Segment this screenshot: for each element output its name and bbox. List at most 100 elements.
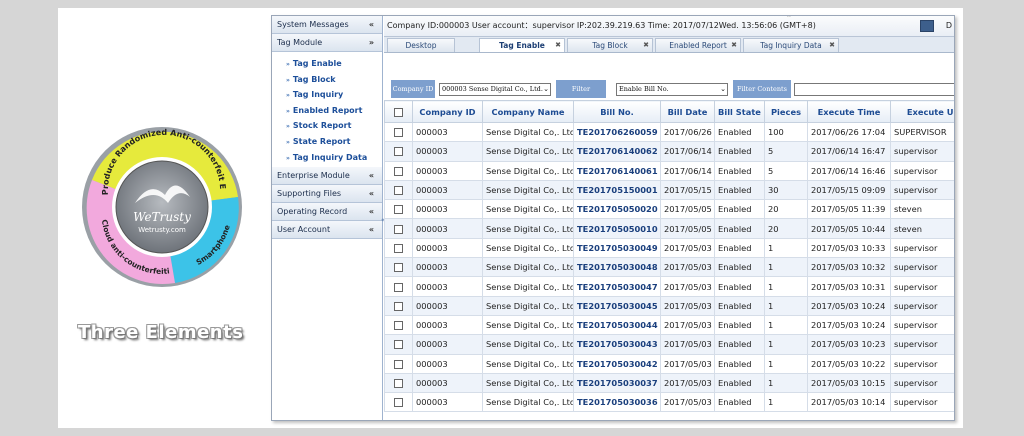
bill-no-cell[interactable]: TE201705030037 <box>573 372 661 394</box>
row-checkbox[interactable] <box>384 392 413 413</box>
bill-state-cell: Enabled <box>714 237 765 259</box>
sidebar-item-tag-enable[interactable]: » Tag Enable <box>272 56 382 72</box>
row-checkbox[interactable] <box>384 334 413 355</box>
select-all-checkbox[interactable] <box>384 100 413 123</box>
bill-no-cell[interactable]: TE201705030044 <box>573 314 661 336</box>
sidebar-section-enterprise-module[interactable]: Enterprise Module « <box>272 167 382 186</box>
company-name-cell: Sense Digital Co,. Ltd. <box>482 237 574 259</box>
column-header[interactable]: Pieces <box>764 100 808 123</box>
sidebar-section-operating-record[interactable]: Operating Record « <box>272 203 382 222</box>
bill-no-cell[interactable]: TE201706140062 <box>573 141 661 162</box>
table-row[interactable]: 000003 Sense Digital Co,. Ltd. TE201705030… <box>384 237 954 259</box>
row-checkbox[interactable] <box>384 314 413 336</box>
bill-date-cell: 2017/05/03 <box>660 237 715 259</box>
sidebar-item-state-report[interactable]: » State Report <box>272 134 382 150</box>
filter-contents-input[interactable] <box>794 83 954 96</box>
table-row[interactable]: 000003 Sense Digital Co,. Ltd. TE201706140… <box>384 141 954 162</box>
sidebar-section-supporting-files[interactable]: Supporting Files « <box>272 185 382 204</box>
table-row[interactable]: 000003 Sense Digital Co,. Ltd. TE201705050… <box>384 218 954 239</box>
row-checkbox[interactable] <box>384 179 413 201</box>
tab-desktop[interactable]: Desktop <box>387 38 455 52</box>
table-row[interactable]: 000003 Sense Digital Co,. Ltd. TE201705030… <box>384 392 954 413</box>
row-checkbox[interactable] <box>384 295 413 316</box>
bill-no-cell[interactable]: TE201705030047 <box>573 276 661 297</box>
collapse-icon[interactable]: « <box>369 185 374 202</box>
table-row[interactable]: 000003 Sense Digital Co,. Ltd. TE201705050… <box>384 199 954 220</box>
sidebar-section-tag-module[interactable]: Tag Module » <box>272 34 382 52</box>
row-checkbox[interactable] <box>384 141 413 162</box>
sidebar-item-stock-report[interactable]: » Stock Report <box>272 118 382 134</box>
monitor-icon[interactable] <box>920 20 934 32</box>
execute-user-cell: supervisor <box>890 160 954 181</box>
bill-no-cell[interactable]: TE201705050010 <box>573 218 661 239</box>
collapse-icon[interactable]: « <box>369 203 374 220</box>
sidebar-item-enabled-report[interactable]: » Enabled Report <box>272 103 382 119</box>
sidebar-item-tag-inquiry-data[interactable]: » Tag Inquiry Data <box>272 150 382 166</box>
column-header[interactable]: Bill No. <box>573 100 661 123</box>
bill-no-cell[interactable]: TE201705030048 <box>573 257 661 278</box>
bill-no-cell[interactable]: TE201706140061 <box>573 160 661 181</box>
execute-time-cell: 2017/05/15 09:09 <box>807 179 891 201</box>
collapse-icon[interactable]: « <box>369 221 374 238</box>
close-icon[interactable]: ✖ <box>643 39 649 52</box>
bill-no-cell[interactable]: TE201705030043 <box>573 334 661 355</box>
table-row[interactable]: 000003 Sense Digital Co,. Ltd. TE201705030… <box>384 276 954 297</box>
bill-no-cell[interactable]: TE201705030049 <box>573 237 661 259</box>
table-row[interactable]: 000003 Sense Digital Co,. Ltd. TE201705030… <box>384 295 954 316</box>
row-checkbox[interactable] <box>384 372 413 394</box>
row-checkbox[interactable] <box>384 160 413 181</box>
table-row[interactable]: 000003 Sense Digital Co,. Ltd. TE201705150… <box>384 179 954 201</box>
row-checkbox[interactable] <box>384 257 413 278</box>
table-row[interactable]: 000003 Sense Digital Co,. Ltd. TE201705030… <box>384 353 954 374</box>
tab-tag-inquiry-data[interactable]: Tag Inquiry Data ✖ <box>743 38 839 52</box>
row-checkbox[interactable] <box>384 276 413 297</box>
column-header[interactable]: Execute User <box>890 100 954 123</box>
bill-no-cell[interactable]: TE201705030045 <box>573 295 661 316</box>
sidebar-item-tag-inquiry[interactable]: » Tag Inquiry <box>272 87 382 103</box>
column-header[interactable]: Bill State <box>714 100 765 123</box>
close-icon[interactable]: ✖ <box>731 39 737 52</box>
collapse-icon[interactable]: « <box>369 167 374 184</box>
bill-no-cell[interactable]: TE201705050020 <box>573 199 661 220</box>
table-row[interactable]: 000003 Sense Digital Co,. Ltd. TE201705030… <box>384 334 954 355</box>
row-checkbox[interactable] <box>384 353 413 374</box>
row-checkbox[interactable] <box>384 218 413 239</box>
bill-date-cell: 2017/05/05 <box>660 218 715 239</box>
collapse-icon[interactable]: « <box>369 16 374 33</box>
sidebar-section-system-messages[interactable]: System Messages « <box>272 16 382 34</box>
bill-no-cell[interactable]: TE201705150001 <box>573 179 661 201</box>
row-checkbox[interactable] <box>384 121 413 143</box>
table-row[interactable]: 000003 Sense Digital Co,. Ltd. TE201706140… <box>384 160 954 181</box>
sidebar-item-tag-block[interactable]: » Tag Block <box>272 72 382 88</box>
pieces-cell: 1 <box>764 257 808 278</box>
bill-state-cell: Enabled <box>714 179 765 201</box>
bill-state-cell: Enabled <box>714 141 765 162</box>
table-row[interactable]: 000003 Sense Digital Co,. Ltd. TE201705030… <box>384 257 954 278</box>
table-row[interactable]: 000003 Sense Digital Co,. Ltd. TE201705030… <box>384 372 954 394</box>
column-header[interactable]: Company Name <box>482 100 574 123</box>
pieces-cell: 100 <box>764 121 808 143</box>
bill-no-cell[interactable]: TE201705030042 <box>573 353 661 374</box>
pieces-cell: 20 <box>764 218 808 239</box>
bill-no-cell[interactable]: TE201706260059 <box>573 121 661 143</box>
execute-user-cell: supervisor <box>890 372 954 394</box>
table-row[interactable]: 000003 Sense Digital Co,. Ltd. TE201705030… <box>384 314 954 336</box>
column-header[interactable]: Execute Time <box>807 100 891 123</box>
row-checkbox[interactable] <box>384 237 413 259</box>
close-icon[interactable]: ✖ <box>829 39 835 52</box>
company-id-select[interactable]: 000003 Sense Digital Co., Ltd. ⌄ <box>439 83 551 96</box>
bullet-icon: » <box>286 92 290 100</box>
table-row[interactable]: 000003 Sense Digital Co,. Ltd. TE201706260… <box>384 121 954 143</box>
close-icon[interactable]: ✖ <box>555 39 561 52</box>
filter-select[interactable]: Enable Bill No. ⌄ <box>616 83 728 96</box>
tab-enabled-report[interactable]: Enabled Report ✖ <box>655 38 741 52</box>
tab-tag-block[interactable]: Tag Block ✖ <box>567 38 653 52</box>
column-header[interactable]: Company ID <box>412 100 483 123</box>
collapse-up-icon[interactable]: ⌃ <box>786 16 792 28</box>
sidebar-section-user-account[interactable]: User Account « <box>272 221 382 240</box>
column-header[interactable]: Bill Date <box>660 100 715 123</box>
expand-icon[interactable]: » <box>369 34 374 51</box>
tab-tag-enable[interactable]: Tag Enable ✖ <box>479 38 565 52</box>
bill-no-cell[interactable]: TE201705030036 <box>573 392 661 413</box>
row-checkbox[interactable] <box>384 199 413 220</box>
